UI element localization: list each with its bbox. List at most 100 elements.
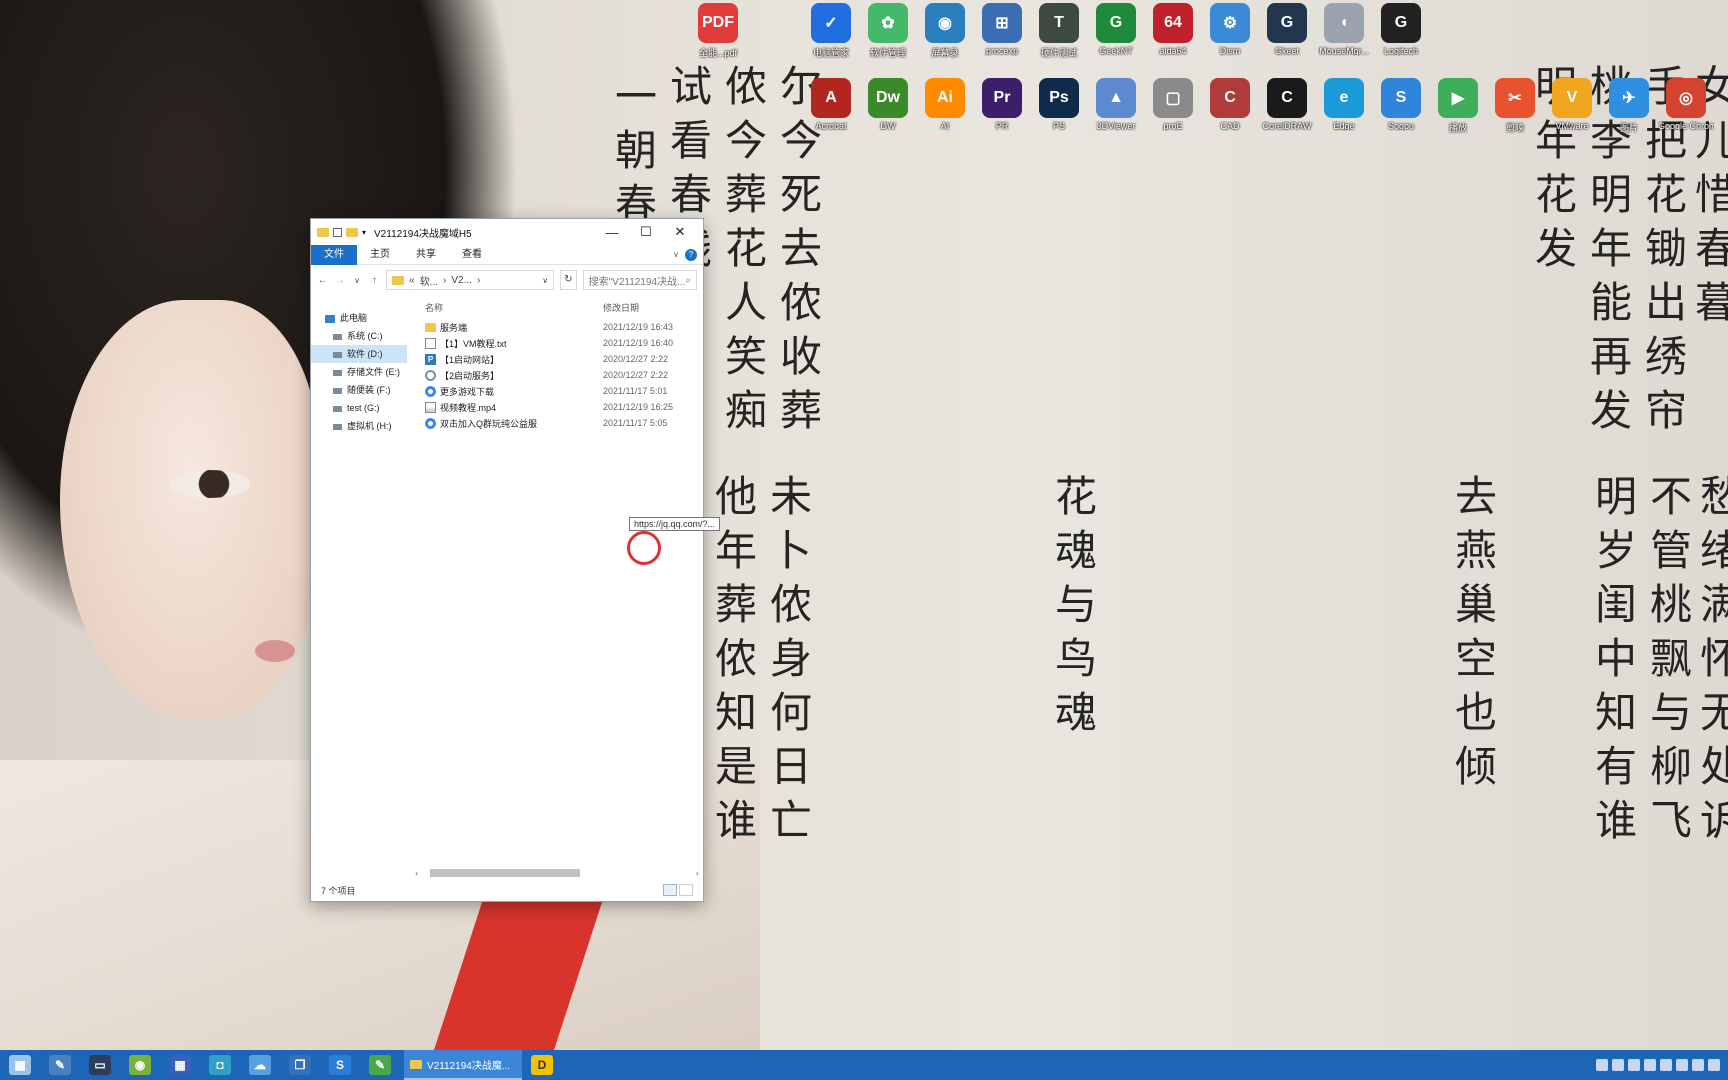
search-box[interactable]: 搜索"V2112194决战... ⌕ [582, 270, 697, 290]
desktop-shortcut[interactable]: Pr PR [974, 78, 1030, 131]
link-tooltip: https://jq.qq.com/?... [629, 517, 721, 531]
tab-view[interactable]: 查看 [449, 245, 495, 265]
file-row[interactable]: 【1】VM教程.txt 2021/12/19 16:40 [407, 335, 703, 351]
desktop-shortcut[interactable]: Ai AI [917, 78, 973, 131]
nav-drive[interactable]: 随便装 (F:) [311, 381, 407, 399]
close-button[interactable]: ✕ [663, 219, 697, 245]
desktop-shortcut[interactable]: Dw DW [860, 78, 916, 131]
details-view-button[interactable] [663, 884, 677, 896]
tray-icon[interactable] [1612, 1059, 1624, 1071]
desktop-shortcut[interactable]: ✈ 图片 [1601, 78, 1657, 134]
taskbar-start-button[interactable]: ▦ [0, 1050, 40, 1080]
breadcrumb-item[interactable]: 软... [420, 273, 438, 288]
file-row[interactable]: 服务端 2021/12/19 16:43 [407, 319, 703, 335]
desktop-shortcut[interactable]: G Logitech [1373, 3, 1429, 56]
desktop-shortcut[interactable]: ◖ MouseMgr... [1316, 3, 1372, 56]
taskbar-monitor-button[interactable]: ▭ [80, 1050, 120, 1080]
scroll-left-icon[interactable]: ‹ [311, 869, 418, 878]
refresh-button[interactable]: ↻ [560, 270, 577, 290]
desktop-shortcut-label: Logitech [1383, 46, 1419, 56]
desktop-shortcut[interactable]: ▲ 3DViewer [1088, 78, 1144, 131]
nav-drive[interactable]: test (G:) [311, 399, 407, 417]
nav-drive[interactable]: 虚拟机 (H:) [311, 417, 407, 435]
nav-drive[interactable]: 软件 (D:) [311, 345, 407, 363]
file-row[interactable]: 双击加入Q群玩纯公益服 2021/11/17 5:05 [407, 415, 703, 431]
horizontal-scrollbar[interactable]: ‹ › [311, 867, 703, 879]
desktop-shortcut[interactable]: ◉ 屏幕录 [917, 3, 973, 59]
tray-icon[interactable] [1596, 1059, 1608, 1071]
desktop-shortcut-label: CorelDRAW [1262, 121, 1312, 131]
tab-file[interactable]: 文件 [311, 244, 357, 265]
nav-drive[interactable]: 系统 (C:) [311, 327, 407, 345]
maximize-button[interactable]: ☐ [629, 219, 663, 245]
desktop-shortcut[interactable]: 64 aida64 [1145, 3, 1201, 56]
up-arrow-icon[interactable]: ↑ [369, 275, 380, 286]
breadcrumb-overflow[interactable]: « [409, 275, 415, 286]
taskbar-explorer-button[interactable]: ✎ [40, 1050, 80, 1080]
desktop-shortcut[interactable]: V VMware [1544, 78, 1600, 131]
desktop-shortcut[interactable]: Ps PS [1031, 78, 1087, 131]
nav-drive[interactable]: 存储文件 (E:) [311, 363, 407, 381]
desktop-shortcut[interactable]: G GeekNT [1088, 3, 1144, 56]
file-row[interactable]: 【2启动服务】 2020/12/27 2:22 [407, 367, 703, 383]
recent-dropdown-icon[interactable]: ∨ [352, 276, 363, 285]
tray-icon[interactable] [1644, 1059, 1656, 1071]
column-header-name[interactable]: 名称 [407, 301, 603, 314]
taskbar-notes-button[interactable]: ✎ [360, 1050, 400, 1080]
help-icon[interactable]: ? [685, 248, 697, 261]
desktop-shortcut[interactable]: C CAD [1202, 78, 1258, 131]
web-file-icon [425, 417, 436, 429]
taskbar-sogou-button[interactable]: S [320, 1050, 360, 1080]
file-row[interactable]: 更多游戏下载 2021/11/17 5:01 [407, 383, 703, 399]
app-icon: ◉ [925, 3, 965, 43]
tray-icon[interactable] [1660, 1059, 1672, 1071]
taskbar-robot-button[interactable]: ◘ [200, 1050, 240, 1080]
quick-access-dropdown-icon[interactable]: ▾ [362, 228, 366, 237]
new-folder-icon[interactable] [346, 227, 358, 237]
address-bar[interactable]: « 软... › V2... › ∨ [386, 270, 555, 290]
forward-arrow-icon[interactable]: → [334, 275, 345, 286]
file-row[interactable]: P 【1启动网站】 2020/12/27 2:22 [407, 351, 703, 367]
taskbar-app-button[interactable]: ▦ [160, 1050, 200, 1080]
title-bar[interactable]: ▾ V2112194决战魔域H5 — ☐ ✕ [311, 219, 703, 245]
file-date: 2021/12/19 16:25 [603, 402, 674, 412]
scroll-right-icon[interactable]: › [696, 869, 703, 878]
column-header-date[interactable]: 修改日期 [603, 301, 639, 314]
desktop-shortcut[interactable]: PDF 全能...pdf [690, 3, 746, 59]
desktop-shortcut[interactable]: T 硬件测试 [1031, 3, 1087, 59]
desktop-shortcut[interactable]: e Edge [1316, 78, 1372, 131]
taskbar-android-button[interactable]: ◉ [120, 1050, 160, 1080]
expand-ribbon-icon[interactable]: ∨ [673, 250, 679, 259]
tab-share[interactable]: 共享 [403, 245, 449, 265]
desktop-shortcut[interactable]: ⚙ Dism [1202, 3, 1258, 56]
desktop-shortcut[interactable]: ✿ 软件管理 [860, 3, 916, 59]
desktop-shortcut[interactable]: ▶ 播放 [1430, 78, 1486, 134]
desktop-shortcut[interactable]: S Sogou [1373, 78, 1429, 131]
taskbar-explorer-window[interactable]: V2112194决战魔... [404, 1050, 522, 1080]
desktop-shortcut[interactable]: C CorelDRAW [1259, 78, 1315, 131]
tray-icon[interactable] [1628, 1059, 1640, 1071]
back-arrow-icon[interactable]: ← [317, 275, 328, 286]
desktop-shortcut[interactable]: A Acrobat [803, 78, 859, 131]
tray-icon[interactable] [1692, 1059, 1704, 1071]
tray-icon[interactable] [1676, 1059, 1688, 1071]
tab-home[interactable]: 主页 [357, 245, 403, 265]
desktop-shortcut[interactable]: ◎ Google Chrome [1658, 78, 1714, 131]
file-row[interactable]: 视频教程.mp4 2021/12/19 16:25 [407, 399, 703, 415]
desktop-shortcut[interactable]: ✂ 剪映 [1487, 78, 1543, 134]
nav-this-pc[interactable]: 此电脑 [311, 309, 407, 327]
taskbar-copy-button[interactable]: ❐ [280, 1050, 320, 1080]
minimize-button[interactable]: — [595, 219, 629, 245]
taskbar-app-item[interactable]: D [522, 1050, 562, 1080]
properties-icon[interactable] [333, 227, 342, 237]
breadcrumb-item[interactable]: V2... [451, 275, 472, 286]
tray-icon[interactable] [1708, 1059, 1720, 1071]
desktop-shortcut[interactable]: ⊞ procexp [974, 3, 1030, 56]
desktop-shortcut[interactable]: ✓ 电脑管家 [803, 3, 859, 59]
scrollbar-thumb[interactable] [430, 869, 580, 877]
large-icons-view-button[interactable] [679, 884, 693, 896]
taskbar-cloud-button[interactable]: ☁ [240, 1050, 280, 1080]
desktop-shortcut[interactable]: ▢ proE [1145, 78, 1201, 131]
address-dropdown-icon[interactable]: ∨ [542, 276, 548, 285]
desktop-shortcut[interactable]: G Gkeet [1259, 3, 1315, 56]
